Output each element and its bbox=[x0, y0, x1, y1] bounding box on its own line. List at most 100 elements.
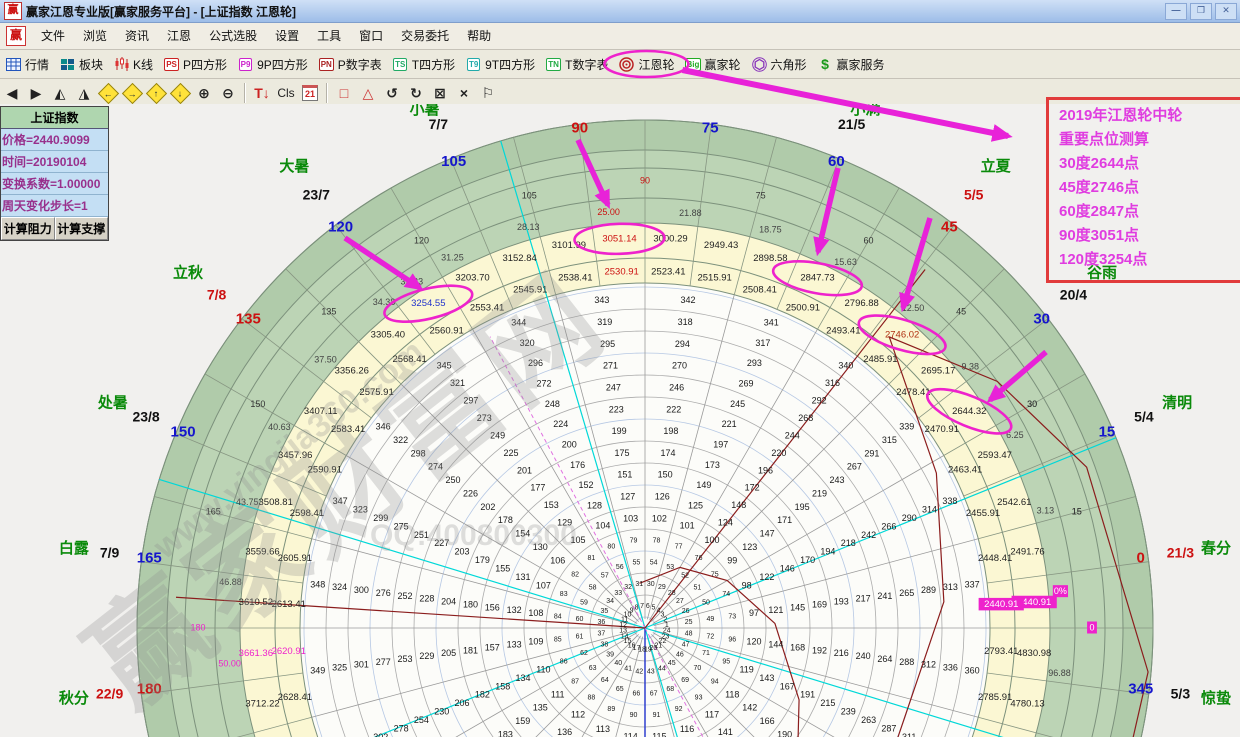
svg-text:41: 41 bbox=[624, 665, 632, 672]
svg-text:3152.84: 3152.84 bbox=[502, 253, 536, 264]
annotation-box: 2019年江恩轮中轮重要点位测算30度2644点45度2746点60度2847点… bbox=[1046, 97, 1240, 283]
svg-text:65: 65 bbox=[616, 686, 624, 693]
svg-text:252: 252 bbox=[398, 591, 413, 601]
rotate-ccw-icon[interactable]: ↺ bbox=[381, 82, 403, 104]
svg-text:123: 123 bbox=[742, 542, 757, 552]
menu-item-6[interactable]: 工具 bbox=[308, 24, 350, 48]
toolbar-item-hexagon[interactable]: 六角形 bbox=[747, 54, 811, 75]
maximize-button[interactable]: ❐ bbox=[1190, 3, 1212, 20]
svg-text:75: 75 bbox=[756, 191, 766, 201]
svg-text:处暑: 处暑 bbox=[97, 394, 128, 412]
rotate-right-tri-icon[interactable]: ◮ bbox=[73, 82, 95, 104]
rotate-cw-icon[interactable]: ↻ bbox=[405, 82, 427, 104]
svg-text:29: 29 bbox=[658, 584, 666, 591]
menu-item-7[interactable]: 窗口 bbox=[350, 24, 392, 48]
svg-text:120: 120 bbox=[747, 637, 762, 647]
svg-text:142: 142 bbox=[742, 703, 757, 713]
toolbar-item-t9-square[interactable]: T99T四方形 bbox=[461, 54, 539, 75]
svg-text:82: 82 bbox=[571, 571, 579, 578]
svg-text:73: 73 bbox=[728, 613, 736, 620]
svg-text:96: 96 bbox=[728, 636, 736, 643]
svg-text:26: 26 bbox=[682, 608, 690, 615]
svg-text:58: 58 bbox=[589, 585, 597, 592]
svg-text:110: 110 bbox=[536, 664, 550, 674]
svg-text:345: 345 bbox=[1128, 680, 1153, 697]
svg-text:96.88: 96.88 bbox=[1048, 668, 1071, 678]
menu-item-9[interactable]: 帮助 bbox=[458, 24, 500, 48]
svg-text:226: 226 bbox=[463, 488, 478, 498]
svg-text:76: 76 bbox=[695, 555, 703, 562]
rotate-left-tri-icon[interactable]: ◭ bbox=[49, 82, 71, 104]
toolbar-item-gann-wheel[interactable]: 江恩轮 bbox=[614, 54, 678, 75]
svg-text:32: 32 bbox=[624, 584, 632, 591]
time-axis-icon[interactable]: T↓ bbox=[251, 82, 273, 104]
menu-item-8[interactable]: 交易委托 bbox=[392, 24, 458, 48]
diamond-right-icon[interactable]: → bbox=[121, 82, 143, 104]
svg-text:81: 81 bbox=[588, 555, 596, 562]
square-tool-icon[interactable]: □ bbox=[333, 82, 355, 104]
svg-text:70: 70 bbox=[693, 665, 701, 672]
diamond-up-icon[interactable]: ↑ bbox=[145, 82, 167, 104]
cls-button[interactable]: Cls bbox=[275, 82, 297, 104]
toolbar-item-blocks[interactable]: 板块 bbox=[55, 54, 107, 75]
scale-icon[interactable]: × bbox=[453, 82, 475, 104]
panel-button-1[interactable]: 计算支撑 bbox=[55, 217, 109, 240]
svg-text:121: 121 bbox=[768, 605, 783, 615]
nav-back-icon[interactable]: ◀ bbox=[1, 82, 23, 104]
svg-text:221: 221 bbox=[722, 419, 737, 429]
menu-item-2[interactable]: 资讯 bbox=[116, 24, 158, 48]
menu-item-5[interactable]: 设置 bbox=[266, 24, 308, 48]
svg-text:169: 169 bbox=[812, 599, 827, 609]
svg-text:33.33: 33.33 bbox=[401, 277, 424, 287]
hexagon-icon bbox=[751, 57, 768, 72]
boxed-x-icon[interactable]: ⊠ bbox=[429, 82, 451, 104]
close-button[interactable]: ✕ bbox=[1215, 3, 1237, 20]
svg-text:2448.41: 2448.41 bbox=[978, 553, 1012, 564]
svg-text:2455.91: 2455.91 bbox=[966, 508, 1000, 519]
toolbar-item-quote-table[interactable]: 行情 bbox=[1, 54, 53, 75]
toolbar-item-ps-square[interactable]: PSP四方形 bbox=[159, 54, 231, 75]
svg-text:120: 120 bbox=[414, 235, 429, 245]
toolbar-item-candlestick[interactable]: K线 bbox=[109, 54, 157, 75]
svg-text:317: 317 bbox=[755, 338, 770, 348]
toolbar-item-p9-square[interactable]: P99P四方形 bbox=[233, 54, 312, 75]
svg-text:270: 270 bbox=[672, 361, 687, 371]
triangle-tool-icon[interactable]: △ bbox=[357, 82, 379, 104]
menu-item-3[interactable]: 江恩 bbox=[158, 24, 200, 48]
svg-text:85: 85 bbox=[554, 636, 562, 643]
toolbar-item-ts-square[interactable]: TST四方形 bbox=[388, 54, 459, 75]
svg-text:84: 84 bbox=[554, 613, 562, 620]
svg-text:202: 202 bbox=[480, 502, 495, 512]
svg-text:107: 107 bbox=[536, 580, 551, 590]
menu-item-0[interactable]: 文件 bbox=[32, 24, 74, 48]
zoom-in-icon[interactable]: ⊕ bbox=[193, 82, 215, 104]
svg-text:2478.41: 2478.41 bbox=[896, 387, 930, 398]
svg-text:343: 343 bbox=[594, 295, 609, 305]
diamond-left-icon[interactable]: ← bbox=[97, 82, 119, 104]
menu-item-4[interactable]: 公式选股 bbox=[200, 24, 266, 48]
svg-text:201: 201 bbox=[517, 465, 532, 475]
toolbar-item-pn-table[interactable]: PNP数字表 bbox=[314, 54, 386, 75]
minimize-button[interactable]: — bbox=[1165, 3, 1187, 20]
toolbar-item-tn-table[interactable]: TNT数字表 bbox=[541, 54, 612, 75]
diamond-down-icon[interactable]: ↓ bbox=[169, 82, 191, 104]
svg-text:167: 167 bbox=[780, 681, 795, 691]
svg-text:34.38: 34.38 bbox=[373, 297, 396, 307]
svg-text:白露: 白露 bbox=[59, 539, 90, 557]
candlestick-icon bbox=[113, 57, 130, 72]
select-flag-icon[interactable]: ⚐ bbox=[477, 82, 499, 104]
svg-text:2628.41: 2628.41 bbox=[278, 692, 312, 703]
menu-item-1[interactable]: 浏览 bbox=[74, 24, 116, 48]
svg-text:75: 75 bbox=[702, 119, 719, 136]
calendar-icon[interactable]: 21 bbox=[299, 82, 321, 104]
toolbar-item-winner-wheel[interactable]: Big赢家轮 bbox=[680, 54, 744, 75]
zoom-out-icon[interactable]: ⊖ bbox=[217, 82, 239, 104]
panel-button-0[interactable]: 计算阻力 bbox=[1, 217, 55, 240]
nav-forward-icon[interactable]: ▶ bbox=[25, 82, 47, 104]
toolbar-item-dollar[interactable]: $赢家服务 bbox=[813, 54, 889, 75]
svg-text:112: 112 bbox=[571, 710, 585, 720]
svg-text:277: 277 bbox=[376, 657, 391, 667]
svg-text:40: 40 bbox=[614, 660, 622, 667]
svg-text:77: 77 bbox=[675, 544, 683, 551]
svg-text:197: 197 bbox=[713, 439, 728, 449]
